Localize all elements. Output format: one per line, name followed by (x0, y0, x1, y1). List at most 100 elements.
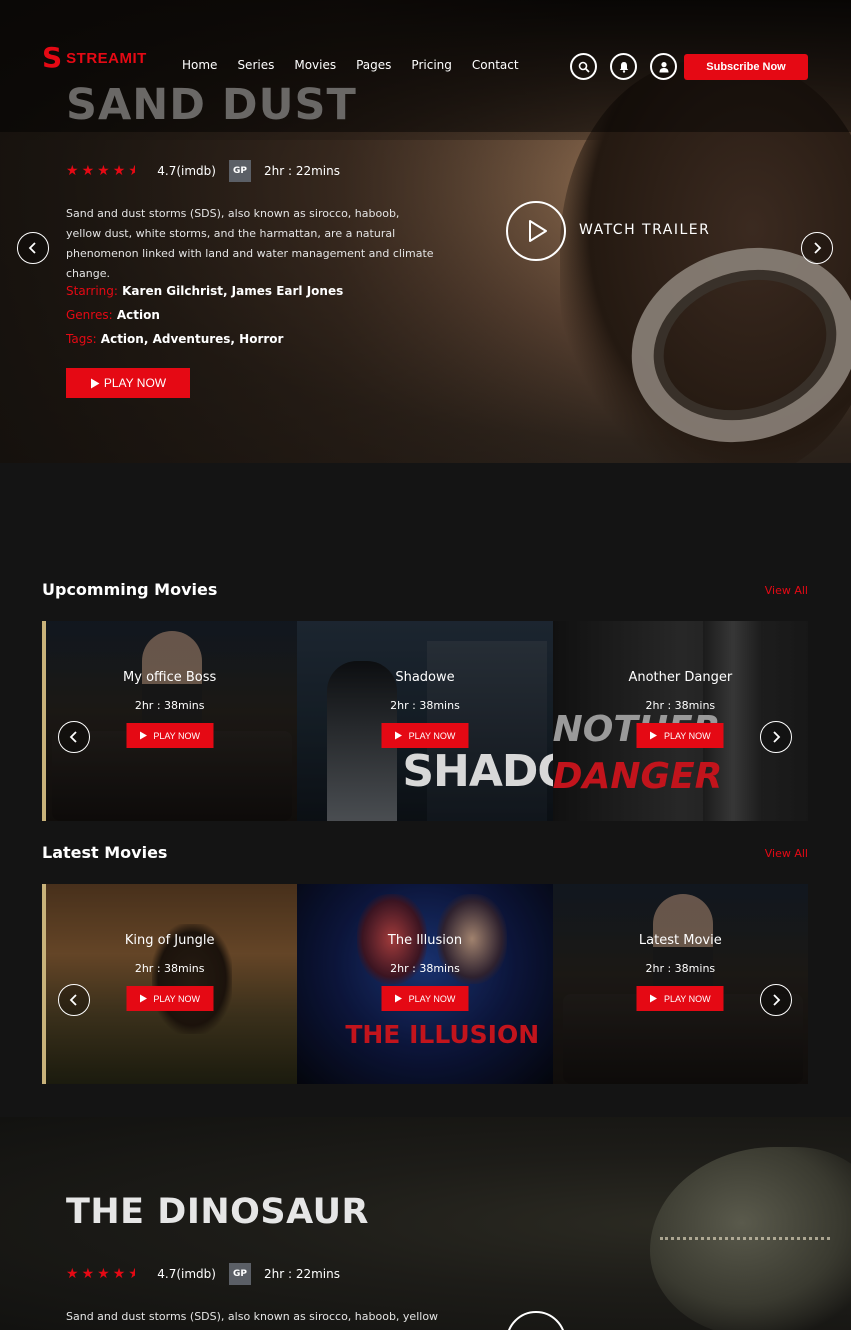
age-badge: GP (228, 160, 251, 182)
chevron-right-icon (814, 242, 822, 254)
nav-item-pages[interactable]: Pages (356, 58, 391, 72)
movie-card[interactable]: King of Jungle 2hr : 38mins PLAY NOW (42, 884, 298, 1084)
genres-value: Action (116, 308, 160, 322)
hero-play-label: PLAY NOW (103, 376, 167, 390)
card-play-label: PLAY NOW (408, 993, 456, 1004)
movie-card[interactable]: THE ILLUSION The Illusion 2hr : 38mins P… (297, 884, 553, 1084)
star-icon: ★ (81, 1266, 95, 1282)
card-duration: 2hr : 38mins (390, 962, 460, 975)
card-play-label: PLAY NOW (153, 730, 200, 741)
upcoming-section-title: Upcomming Movies (42, 580, 218, 599)
card-title: The Illusion (387, 933, 463, 948)
play-icon (90, 378, 100, 388)
upcoming-next-button[interactable] (760, 721, 792, 753)
star-icon: ★ (112, 1266, 126, 1282)
starring-line: Starring: Karen Gilchrist, James Earl Jo… (66, 284, 343, 298)
featured-trailer-button[interactable] (506, 1311, 566, 1330)
nav-item-series[interactable]: Series (237, 58, 274, 72)
featured-dinosaur-teeth (660, 1237, 830, 1277)
tags-value: Action, Adventures, Horror (100, 332, 284, 346)
movie-card[interactable]: SHADO Shadowe 2hr : 38mins PLAY NOW (297, 621, 553, 821)
movie-duration: 2hr : 22mins (263, 164, 340, 178)
imdb-rating: 4.7(imdb) (157, 1267, 216, 1281)
star-icon: ★ (81, 163, 95, 179)
rating-stars: ★ ★ ★ ★ ★ (66, 1267, 135, 1281)
starring-key: Starring: (66, 284, 118, 298)
logo[interactable]: S STREAMIT (42, 44, 147, 72)
hero-prev-button[interactable] (17, 232, 49, 264)
imdb-rating: 4.7(imdb) (157, 164, 216, 178)
watch-trailer-button[interactable] (506, 201, 566, 261)
star-icon: ★ (66, 1266, 79, 1282)
play-icon (650, 731, 658, 740)
card-play-button[interactable]: PLAY NOW (126, 986, 214, 1011)
star-icon: ★ (66, 163, 79, 179)
card-play-label: PLAY NOW (663, 993, 711, 1004)
chevron-left-icon (69, 994, 77, 1006)
latest-section-title: Latest Movies (42, 843, 168, 862)
carousel-edge (42, 621, 46, 821)
starring-value: Karen Gilchrist, James Earl Jones (122, 284, 344, 298)
play-icon (395, 731, 403, 740)
card-duration: 2hr : 38mins (645, 962, 716, 975)
chevron-left-icon (28, 242, 36, 254)
hero-play-button[interactable]: PLAY NOW (66, 368, 190, 398)
star-icon: ★ (112, 163, 126, 179)
search-icon (578, 61, 590, 73)
card-play-label: PLAY NOW (153, 993, 200, 1004)
chevron-left-icon (69, 731, 77, 743)
hero-next-button[interactable] (801, 232, 833, 264)
card-poster-text: SHADO (402, 746, 552, 797)
star-icon: ★ (97, 163, 110, 179)
hero-title: SAND DUST (66, 80, 357, 130)
notifications-button[interactable] (610, 53, 637, 80)
subscribe-button[interactable]: Subscribe Now (684, 54, 808, 80)
latest-prev-button[interactable] (58, 984, 90, 1016)
watch-trailer-label[interactable]: WATCH TRAILER (579, 222, 710, 238)
play-icon (650, 994, 658, 1003)
latest-next-button[interactable] (760, 984, 792, 1016)
nav-item-movies[interactable]: Movies (294, 58, 336, 72)
card-duration: 2hr : 38mins (390, 699, 460, 712)
card-poster-text-2: DANGER (552, 756, 723, 797)
hero-banner: S STREAMIT Home Series Movies Pages Pric… (0, 0, 851, 463)
card-title: My office Boss (123, 670, 217, 685)
search-button[interactable] (570, 53, 597, 80)
featured-banner: THE DINOSAUR ★ ★ ★ ★ ★ 4.7(imdb) GP 2hr … (0, 1117, 851, 1330)
card-play-button[interactable]: PLAY NOW (636, 723, 724, 748)
upcoming-prev-button[interactable] (58, 721, 90, 753)
card-play-label: PLAY NOW (408, 730, 456, 741)
movie-card[interactable]: My office Boss 2hr : 38mins PLAY NOW (42, 621, 298, 821)
logo-text: STREAMIT (66, 49, 147, 67)
movie-duration: 2hr : 22mins (263, 1267, 340, 1281)
card-play-button[interactable]: PLAY NOW (636, 986, 724, 1011)
hero-rating-row: ★ ★ ★ ★ ★ 4.7(imdb) GP 2hr : 22mins (66, 160, 340, 182)
card-duration: 2hr : 38mins (134, 962, 205, 975)
card-play-button[interactable]: PLAY NOW (381, 986, 469, 1011)
nav-item-contact[interactable]: Contact (472, 58, 519, 72)
nav-item-home[interactable]: Home (182, 58, 217, 72)
latest-view-all-link[interactable]: View All (765, 847, 808, 860)
account-button[interactable] (650, 53, 677, 80)
nav-item-pricing[interactable]: Pricing (411, 58, 451, 72)
bell-icon (619, 61, 628, 73)
card-play-label: PLAY NOW (663, 730, 711, 741)
card-duration: 2hr : 38mins (134, 699, 205, 712)
card-title: Latest Movie (638, 933, 722, 948)
chevron-right-icon (773, 994, 781, 1006)
upcoming-view-all-link[interactable]: View All (765, 584, 808, 597)
carousel-edge (42, 884, 46, 1084)
card-title: King of Jungle (124, 933, 215, 948)
star-half-icon: ★ (128, 1267, 136, 1281)
play-icon (139, 731, 147, 740)
tags-key: Tags: (66, 332, 97, 346)
card-play-button[interactable]: PLAY NOW (381, 723, 469, 748)
page: S STREAMIT Home Series Movies Pages Pric… (0, 0, 851, 1330)
card-play-button[interactable]: PLAY NOW (126, 723, 214, 748)
star-icon: ★ (97, 1266, 110, 1282)
play-outline-icon (529, 220, 547, 242)
card-duration: 2hr : 38mins (645, 699, 716, 712)
card-title: Shadowe (395, 670, 455, 685)
featured-rating-row: ★ ★ ★ ★ ★ 4.7(imdb) GP 2hr : 22mins (66, 1263, 340, 1285)
genres-line: Genres: Action (66, 308, 160, 322)
